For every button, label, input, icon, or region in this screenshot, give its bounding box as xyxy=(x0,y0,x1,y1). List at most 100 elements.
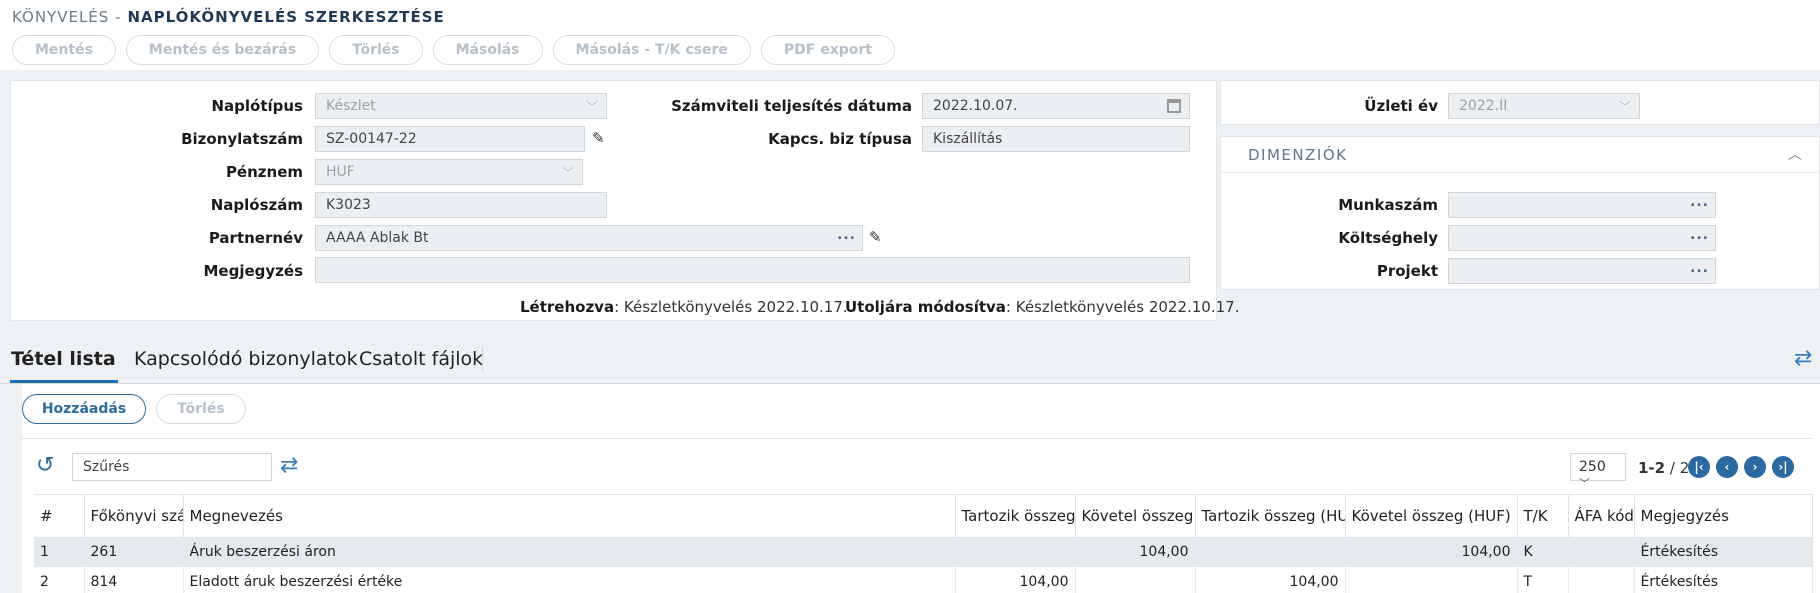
projekt-field[interactable]: ... xyxy=(1448,258,1716,284)
breadcrumb[interactable]: KÖNYVELÉS - xyxy=(12,8,121,26)
cell-vat-code xyxy=(1568,566,1635,593)
page-size-select[interactable]: 250 ﹀ xyxy=(1570,453,1626,490)
naplotipus-label: Naplótípus xyxy=(211,97,303,115)
page-total: / 2 xyxy=(1669,459,1690,477)
cell-name: Áruk beszerzési áron xyxy=(183,536,956,567)
naplotipus-select[interactable]: Készlet ﹀ xyxy=(315,93,607,119)
lookup-dots-icon[interactable]: ... xyxy=(1690,260,1709,276)
uzleti-ev-value: 2022.II xyxy=(1459,98,1508,114)
lookup-dots-icon[interactable]: ... xyxy=(1690,227,1709,243)
col-debit[interactable]: Tartozik összeg xyxy=(955,494,1076,537)
partnernev-field[interactable]: AAAA Ablak Bt ... xyxy=(315,225,863,251)
projekt-label: Projekt xyxy=(1376,262,1438,280)
koltseghely-label: Költséghely xyxy=(1338,229,1438,247)
cell-index: 2 xyxy=(34,566,85,593)
naplotipus-value: Készlet xyxy=(326,98,376,114)
add-button[interactable]: Hozzáadás xyxy=(22,394,146,424)
item-list-panel: Hozzáadás Törlés ↺ Szűrés ⇄ 250 ﹀ 1-2 / … xyxy=(22,384,1820,593)
page-range: 1-2 xyxy=(1638,459,1666,477)
pagination-info: 1-2 / 2 xyxy=(1638,459,1689,477)
lookup-dots-icon[interactable]: ... xyxy=(837,227,856,243)
pdf-export-button[interactable]: PDF export xyxy=(760,35,896,65)
filter-input[interactable]: Szűrés xyxy=(72,453,272,481)
cell-account: 814 xyxy=(84,566,184,593)
col-credit[interactable]: Követel összeg xyxy=(1075,494,1196,537)
col-name[interactable]: Megnevezés xyxy=(183,494,956,537)
uzleti-ev-select[interactable]: 2022.II ﹀ xyxy=(1448,93,1640,119)
table-header-row: # Főkönyvi szám Megnevezés Tartozik össz… xyxy=(34,494,1813,537)
tab-items[interactable]: Tétel lista xyxy=(11,348,116,370)
col-note[interactable]: Megjegyzés xyxy=(1634,494,1813,537)
copy-swap-button[interactable]: Másolás - T/K csere xyxy=(552,35,751,65)
table-row[interactable]: 1 261 Áruk beszerzési áron 104,00 104,00… xyxy=(34,536,1813,567)
next-page-icon[interactable]: › xyxy=(1744,456,1766,478)
created-label: Létrehozva xyxy=(520,298,615,316)
col-tk[interactable]: T/K xyxy=(1517,494,1569,537)
partnernev-label: Partnernév xyxy=(208,229,303,247)
save-button[interactable]: Mentés xyxy=(12,35,116,65)
delete-button[interactable]: Törlés xyxy=(329,35,423,65)
page-title: KÖNYVELÉS - NAPLÓKÖNYVELÉS SZERKESZTÉSE xyxy=(12,8,445,26)
partnernev-value: AAAA Ablak Bt xyxy=(326,230,429,246)
edit-icon[interactable]: ✎ xyxy=(592,129,605,147)
calendar-icon[interactable] xyxy=(1167,99,1181,113)
cell-credit-huf: 104,00 xyxy=(1345,536,1518,567)
cell-debit-huf: 104,00 xyxy=(1195,566,1346,593)
munkaszam-label: Munkaszám xyxy=(1338,196,1438,214)
chevron-down-icon: ﹀ xyxy=(561,166,574,180)
koltseghely-field[interactable]: ... xyxy=(1448,225,1716,251)
lookup-dots-icon[interactable]: ... xyxy=(1690,194,1709,210)
datum-field[interactable]: 2022.10.07. xyxy=(922,93,1190,119)
last-page-icon[interactable]: ›| xyxy=(1772,456,1794,478)
swap-arrows-icon[interactable]: ⇄ xyxy=(280,453,298,478)
table-row[interactable]: 2 814 Eladott áruk beszerzési értéke 104… xyxy=(34,566,1813,593)
items-table: # Főkönyvi szám Megnevezés Tartozik össz… xyxy=(34,494,1813,593)
col-vat-code[interactable]: ÁFA kód xyxy=(1568,494,1635,537)
col-credit-huf[interactable]: Követel összeg (HUF) xyxy=(1345,494,1518,537)
tab-related-docs[interactable]: Kapcsolódó bizonylatok xyxy=(134,348,358,370)
created-info: Létrehozva: Készletkönyvelés 2022.10.17. xyxy=(520,298,848,316)
active-tab-indicator xyxy=(10,380,118,383)
col-debit-huf[interactable]: Tartozik összeg (HUF) xyxy=(1195,494,1346,537)
cell-credit-huf xyxy=(1345,566,1518,593)
cell-credit xyxy=(1075,566,1196,593)
col-account[interactable]: Főkönyvi szám xyxy=(84,494,184,537)
cell-debit: 104,00 xyxy=(955,566,1076,593)
created-value: : Készletkönyvelés 2022.10.17. xyxy=(614,298,848,316)
save-and-close-button[interactable]: Mentés és bezárás xyxy=(125,35,320,65)
dimensions-title[interactable]: DIMENZIÓK xyxy=(1248,146,1347,164)
megjegyzes-field[interactable] xyxy=(315,257,1190,283)
tab-bar: Tétel lista Kapcsolódó bizonylatok Csato… xyxy=(0,338,1820,384)
cell-vat-code xyxy=(1568,536,1635,567)
kapcs-field[interactable]: Kiszállítás xyxy=(922,126,1190,152)
cell-tk: T xyxy=(1517,566,1569,593)
penznem-select[interactable]: HUF ﹀ xyxy=(315,159,583,185)
modified-info: Utoljára módosítva: Készletkönyvelés 202… xyxy=(845,298,1239,316)
first-page-icon[interactable]: |‹ xyxy=(1688,456,1710,478)
divider xyxy=(1221,172,1819,173)
toolbar: Mentés Mentés és bezárás Törlés Másolás … xyxy=(12,35,896,65)
penznem-value: HUF xyxy=(326,164,355,180)
grid-toolbar: ↺ Szűrés ⇄ 250 ﹀ 1-2 / 2 |‹ ‹ › ›| xyxy=(22,438,1812,494)
bizonylatszam-field[interactable]: SZ-00147-22 xyxy=(315,126,585,152)
cell-index: 1 xyxy=(34,536,85,567)
bizonylatszam-label: Bizonylatszám xyxy=(181,130,303,148)
col-index[interactable]: # xyxy=(34,494,85,537)
chevron-down-icon: ﹀ xyxy=(1618,100,1631,114)
delete-row-button[interactable]: Törlés xyxy=(156,394,246,424)
copy-button[interactable]: Másolás xyxy=(432,35,543,65)
megjegyzes-label: Megjegyzés xyxy=(203,262,304,280)
chevron-up-icon[interactable]: ︿ xyxy=(1788,144,1802,164)
naploszam-field[interactable]: K3023 xyxy=(315,192,607,218)
edit-icon[interactable]: ✎ xyxy=(869,228,882,246)
refresh-icon[interactable]: ↺ xyxy=(36,453,54,478)
cell-note: Értékesítés xyxy=(1634,566,1813,593)
prev-page-icon[interactable]: ‹ xyxy=(1716,456,1738,478)
swap-arrows-icon[interactable]: ⇄ xyxy=(1794,346,1812,371)
munkaszam-field[interactable]: ... xyxy=(1448,192,1716,218)
tab-attached-files[interactable]: Csatolt fájlok xyxy=(359,348,483,370)
chevron-down-icon: ﹀ xyxy=(585,100,598,114)
tab-separator xyxy=(482,346,483,372)
page-size-value: 250 xyxy=(1579,459,1606,475)
cell-note: Értékesítés xyxy=(1634,536,1813,567)
